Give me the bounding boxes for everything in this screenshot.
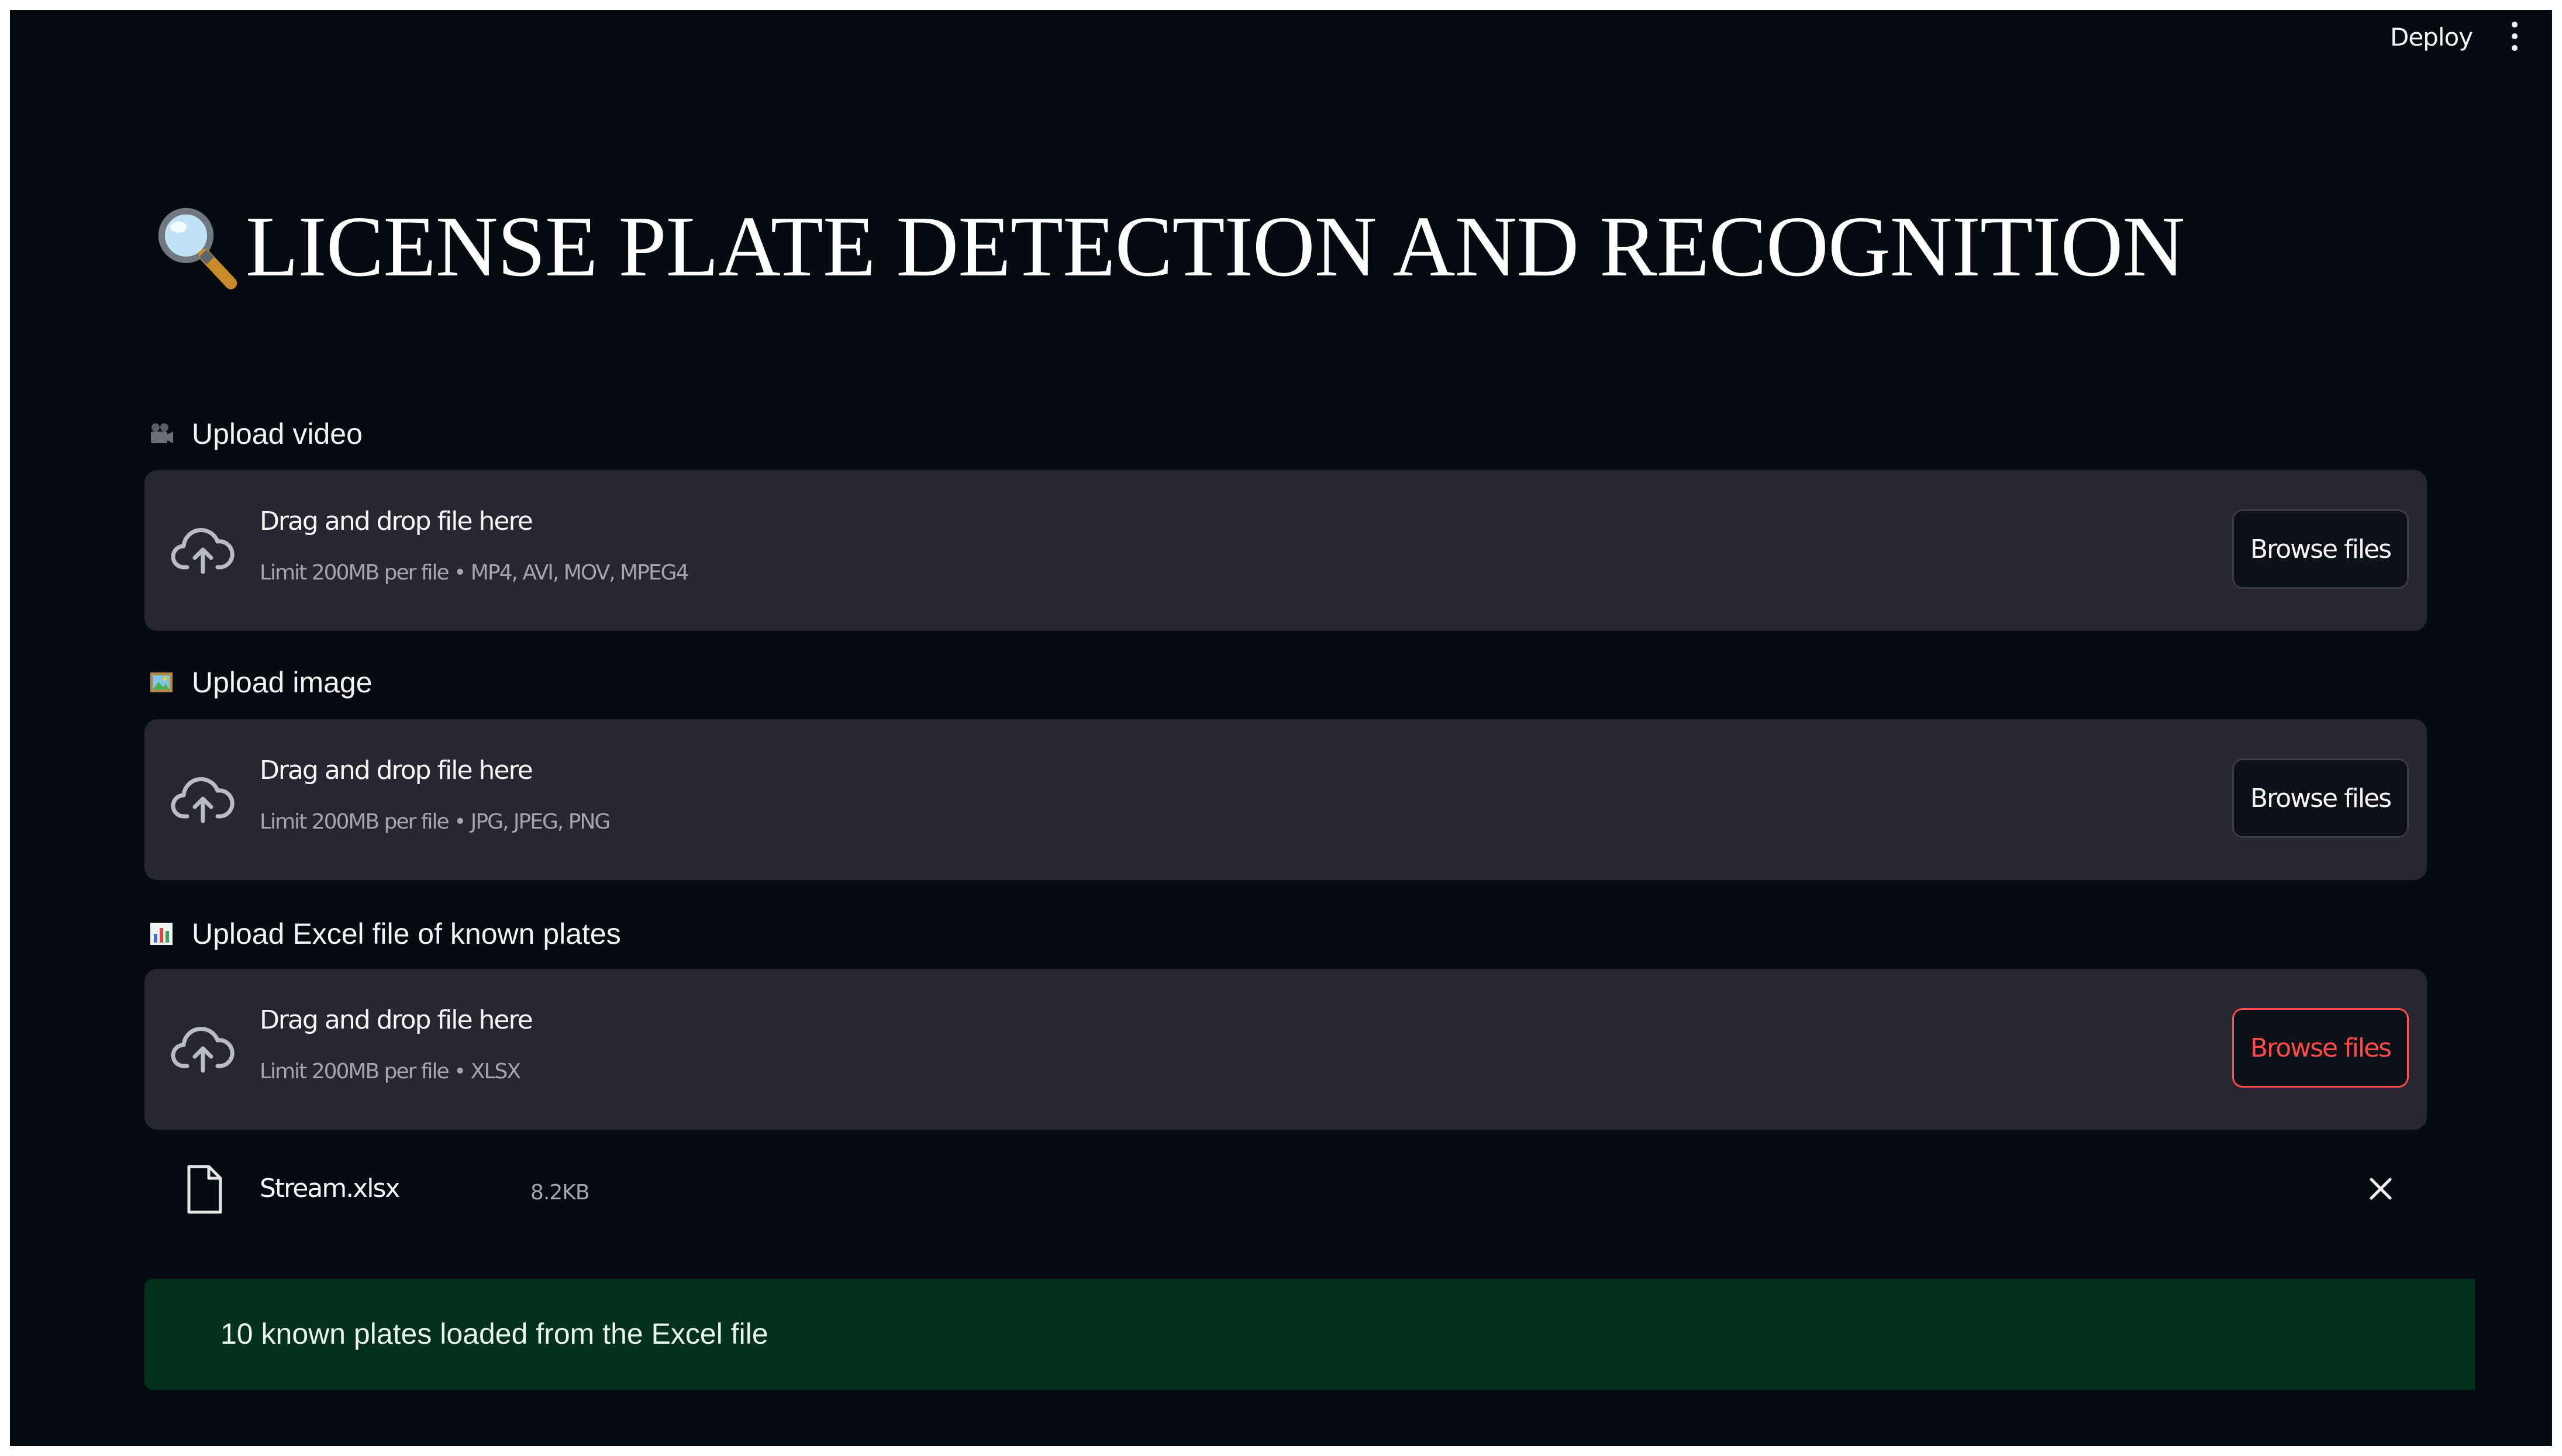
top-toolbar: Deploy: [10, 10, 2552, 63]
upload-excel-label: Upload Excel file of known plates: [149, 913, 621, 954]
dropzone-instruction: Drag and drop file here: [260, 755, 533, 785]
framed-picture-icon: [150, 672, 173, 692]
image-dropzone[interactable]: Drag and drop file here Limit 200MB per …: [144, 719, 2427, 880]
success-alert: 10 known plates loaded from the Excel fi…: [144, 1279, 2475, 1390]
uploaded-file-row: Stream.xlsx 8.2KB: [144, 1150, 2427, 1226]
uploaded-file-name: Stream.xlsx: [260, 1174, 400, 1203]
page-title: LICENSE PLATE DETECTION AND RECOGNITION: [149, 188, 2185, 305]
cloud-upload-icon: [171, 1027, 235, 1073]
bar-chart-icon: [150, 923, 173, 945]
upload-image-label-text: Upload image: [192, 666, 373, 699]
upload-image-label: Upload image: [149, 662, 373, 703]
upload-video-label: Upload video: [149, 413, 363, 454]
streamlit-app: Deploy LICENSE PLATE DETECTION AND RECOG…: [10, 10, 2552, 1446]
cloud-upload-icon: [171, 777, 235, 823]
browse-files-button[interactable]: Browse files: [2232, 1008, 2409, 1088]
dropzone-instruction: Drag and drop file here: [260, 506, 533, 536]
video-dropzone[interactable]: Drag and drop file here Limit 200MB per …: [144, 470, 2427, 631]
cloud-upload-icon: [171, 528, 235, 574]
browse-files-button[interactable]: Browse files: [2232, 758, 2409, 838]
browse-files-button[interactable]: Browse files: [2232, 509, 2409, 589]
deploy-button[interactable]: Deploy: [2390, 17, 2473, 58]
magnifying-glass-icon: [158, 208, 237, 289]
dropzone-limit: Limit 200MB per file • XLSX: [260, 1060, 521, 1084]
kebab-menu-icon[interactable]: [2503, 16, 2526, 57]
title-text: LICENSE PLATE DETECTION AND RECOGNITION: [246, 199, 2185, 295]
file-icon: [187, 1165, 222, 1214]
dropzone-instruction: Drag and drop file here: [260, 1005, 533, 1035]
dropzone-limit: Limit 200MB per file • MP4, AVI, MOV, MP…: [260, 561, 689, 585]
excel-dropzone[interactable]: Drag and drop file here Limit 200MB per …: [144, 969, 2427, 1130]
upload-video-label-text: Upload video: [192, 418, 363, 450]
dropzone-limit: Limit 200MB per file • JPG, JPEG, PNG: [260, 810, 611, 834]
movie-camera-icon: [151, 423, 173, 443]
close-icon[interactable]: [2367, 1175, 2395, 1203]
success-message: 10 known plates loaded from the Excel fi…: [220, 1317, 768, 1350]
uploaded-file-size: 8.2KB: [530, 1181, 590, 1205]
upload-excel-label-text: Upload Excel file of known plates: [192, 917, 621, 950]
